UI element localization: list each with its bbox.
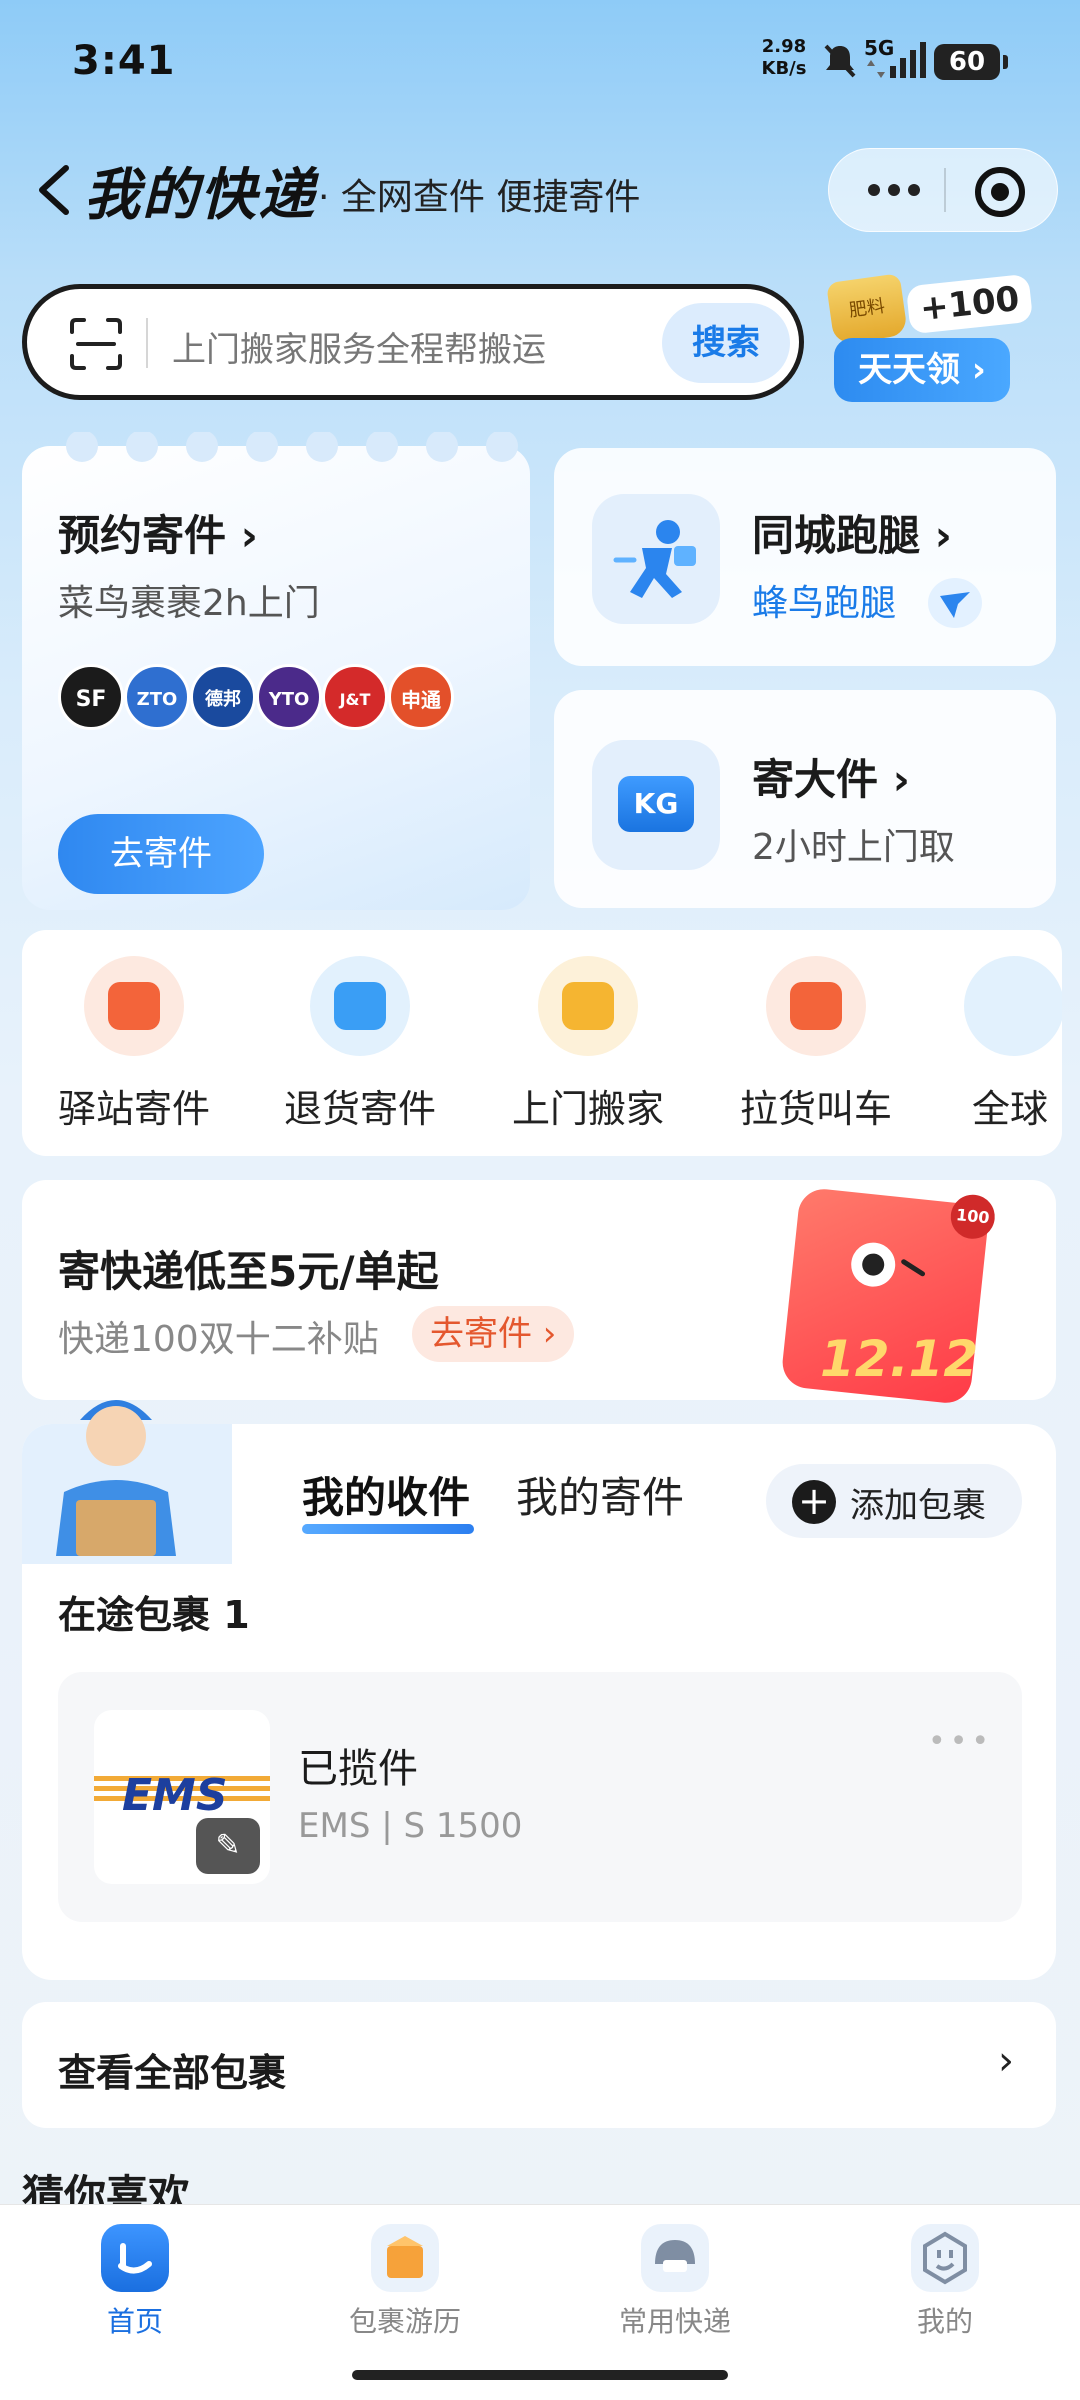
add-package-label: 添加包裹 (850, 1486, 986, 1526)
banner-ship-button[interactable]: 去寄件 › (412, 1306, 575, 1362)
page-subtitle: · 全网查件 便捷寄件 (318, 177, 641, 218)
courier-mascot (56, 1400, 176, 1556)
scalloped-edge (66, 432, 518, 462)
errand-icon-bg (592, 494, 720, 624)
zto-logo: ZTO (124, 664, 190, 730)
network-speed-unit: KB/s (761, 58, 807, 79)
service-station-ship[interactable]: 驿站寄件 (34, 940, 234, 1150)
home-indicator (352, 2370, 728, 2380)
package-more-icon[interactable]: ••• (928, 1724, 993, 1759)
go-ship-button[interactable]: 去寄件 (58, 814, 264, 894)
target-circle-icon (975, 167, 1025, 217)
tab-label: 我的 (916, 2305, 973, 2338)
close-miniapp-button[interactable] (968, 160, 1032, 224)
tab-mine[interactable]: 我的 (810, 2224, 1080, 2344)
battery-indicator: 60 (934, 44, 1008, 80)
user-face-icon (911, 2224, 979, 2292)
in-transit-title: 在途包裹 1 (58, 1593, 250, 1637)
plus-circle-icon: + (792, 1480, 836, 1524)
tab-my-received[interactable]: 我的收件 (302, 1464, 470, 1525)
hummingbird-icon (928, 578, 982, 628)
status-bar: 3:41 2.98 KB/s 5G 60 (0, 0, 1080, 120)
deppon-logo: 德邦 (190, 664, 256, 730)
return-box-icon (334, 982, 386, 1030)
service-freight-car[interactable]: 拉货叫车 (716, 940, 916, 1150)
package-box-icon (371, 2224, 439, 2292)
station-shop-icon (108, 982, 160, 1030)
tab-package-journey[interactable]: 包裹游历 (270, 2224, 540, 2344)
tab-label: 首页 (106, 2305, 163, 2338)
service-label: 退货寄件 (283, 1087, 436, 1131)
data-arrows-icon (867, 60, 885, 78)
jt-logo: J&T (322, 664, 388, 730)
page-title: 我的快递 (84, 163, 316, 228)
errand-subtitle: 蜂鸟跑腿 (752, 583, 897, 624)
services-row: 驿站寄件 退货寄件 上门搬家 拉货叫车 全球 (22, 930, 1062, 1156)
yto-logo: YTO (256, 664, 322, 730)
service-label: 上门搬家 (511, 1087, 664, 1131)
large-item-subtitle: 2小时上门取 (752, 827, 955, 868)
search-placeholder: 上门搬家服务全程帮搬运 (172, 330, 546, 370)
more-options-button[interactable] (856, 160, 932, 220)
signal-icon (890, 42, 926, 78)
back-arrow-icon[interactable] (30, 160, 80, 220)
sf-logo: SF (58, 664, 124, 730)
service-moving[interactable]: 上门搬家 (488, 940, 688, 1150)
book-shipment-desc: 菜鸟裹裹2h上门 (58, 583, 320, 624)
bell-mute-icon (824, 44, 856, 78)
gift-1212-text: 12.12 (820, 1330, 979, 1388)
package-info: EMS | S 1500 (298, 1806, 523, 1846)
tab-label: 常用快递 (618, 2305, 731, 2338)
network-speed: 2.98 KB/s (752, 36, 816, 80)
service-label: 全球 (972, 1087, 1049, 1131)
status-time: 3:41 (72, 38, 176, 84)
tab-home[interactable]: 首页 (0, 2224, 270, 2344)
sofa-icon (562, 982, 614, 1030)
service-global[interactable]: 全球 (944, 940, 1062, 1150)
scan-icon[interactable] (68, 316, 124, 372)
home-icon (101, 2224, 169, 2292)
book-shipment-title: 预约寄件 › (58, 511, 258, 560)
banner-subtitle: 快递100双十二补贴 (58, 1319, 379, 1360)
service-return-ship[interactable]: 退货寄件 (260, 940, 460, 1150)
view-all-label: 查看全部包裹 (58, 2051, 287, 2095)
edit-icon[interactable]: ✎ (196, 1818, 260, 1874)
active-tab-underline (302, 1524, 474, 1534)
search-button[interactable]: 搜索 (662, 303, 790, 383)
service-label: 拉货叫车 (739, 1087, 892, 1131)
search-divider (146, 318, 148, 368)
service-label: 驿站寄件 (57, 1087, 210, 1131)
banner-title: 寄快递低至5元/单起 (58, 1247, 439, 1296)
global-icon-bg (964, 956, 1062, 1056)
tab-frequent-couriers[interactable]: 常用快递 (540, 2224, 810, 2344)
courier-helmet-icon (641, 2224, 709, 2292)
errand-title: 同城跑腿 › (752, 511, 952, 560)
large-item-title: 寄大件 › (752, 755, 910, 804)
package-status: 已揽件 (298, 1746, 418, 1792)
chevron-right-icon: › (998, 2038, 1014, 2084)
gift-face-icon (851, 1242, 926, 1287)
kg-weight-icon: KG (618, 776, 694, 832)
tab-label: 包裹游历 (348, 2305, 461, 2338)
ems-logo-text: EMS (122, 1770, 228, 1821)
daily-claim-button[interactable]: 天天领 › (834, 338, 1010, 402)
fertilizer-bag-icon: 肥料 (826, 273, 908, 345)
network-speed-value: 2.98 (761, 36, 807, 57)
truck-icon (790, 982, 842, 1030)
runner-icon (613, 520, 696, 598)
capsule-divider (944, 168, 946, 212)
more-dots-icon (868, 184, 920, 196)
tab-my-sent[interactable]: 我的寄件 (516, 1464, 684, 1525)
sto-logo: 申通 (388, 664, 454, 730)
